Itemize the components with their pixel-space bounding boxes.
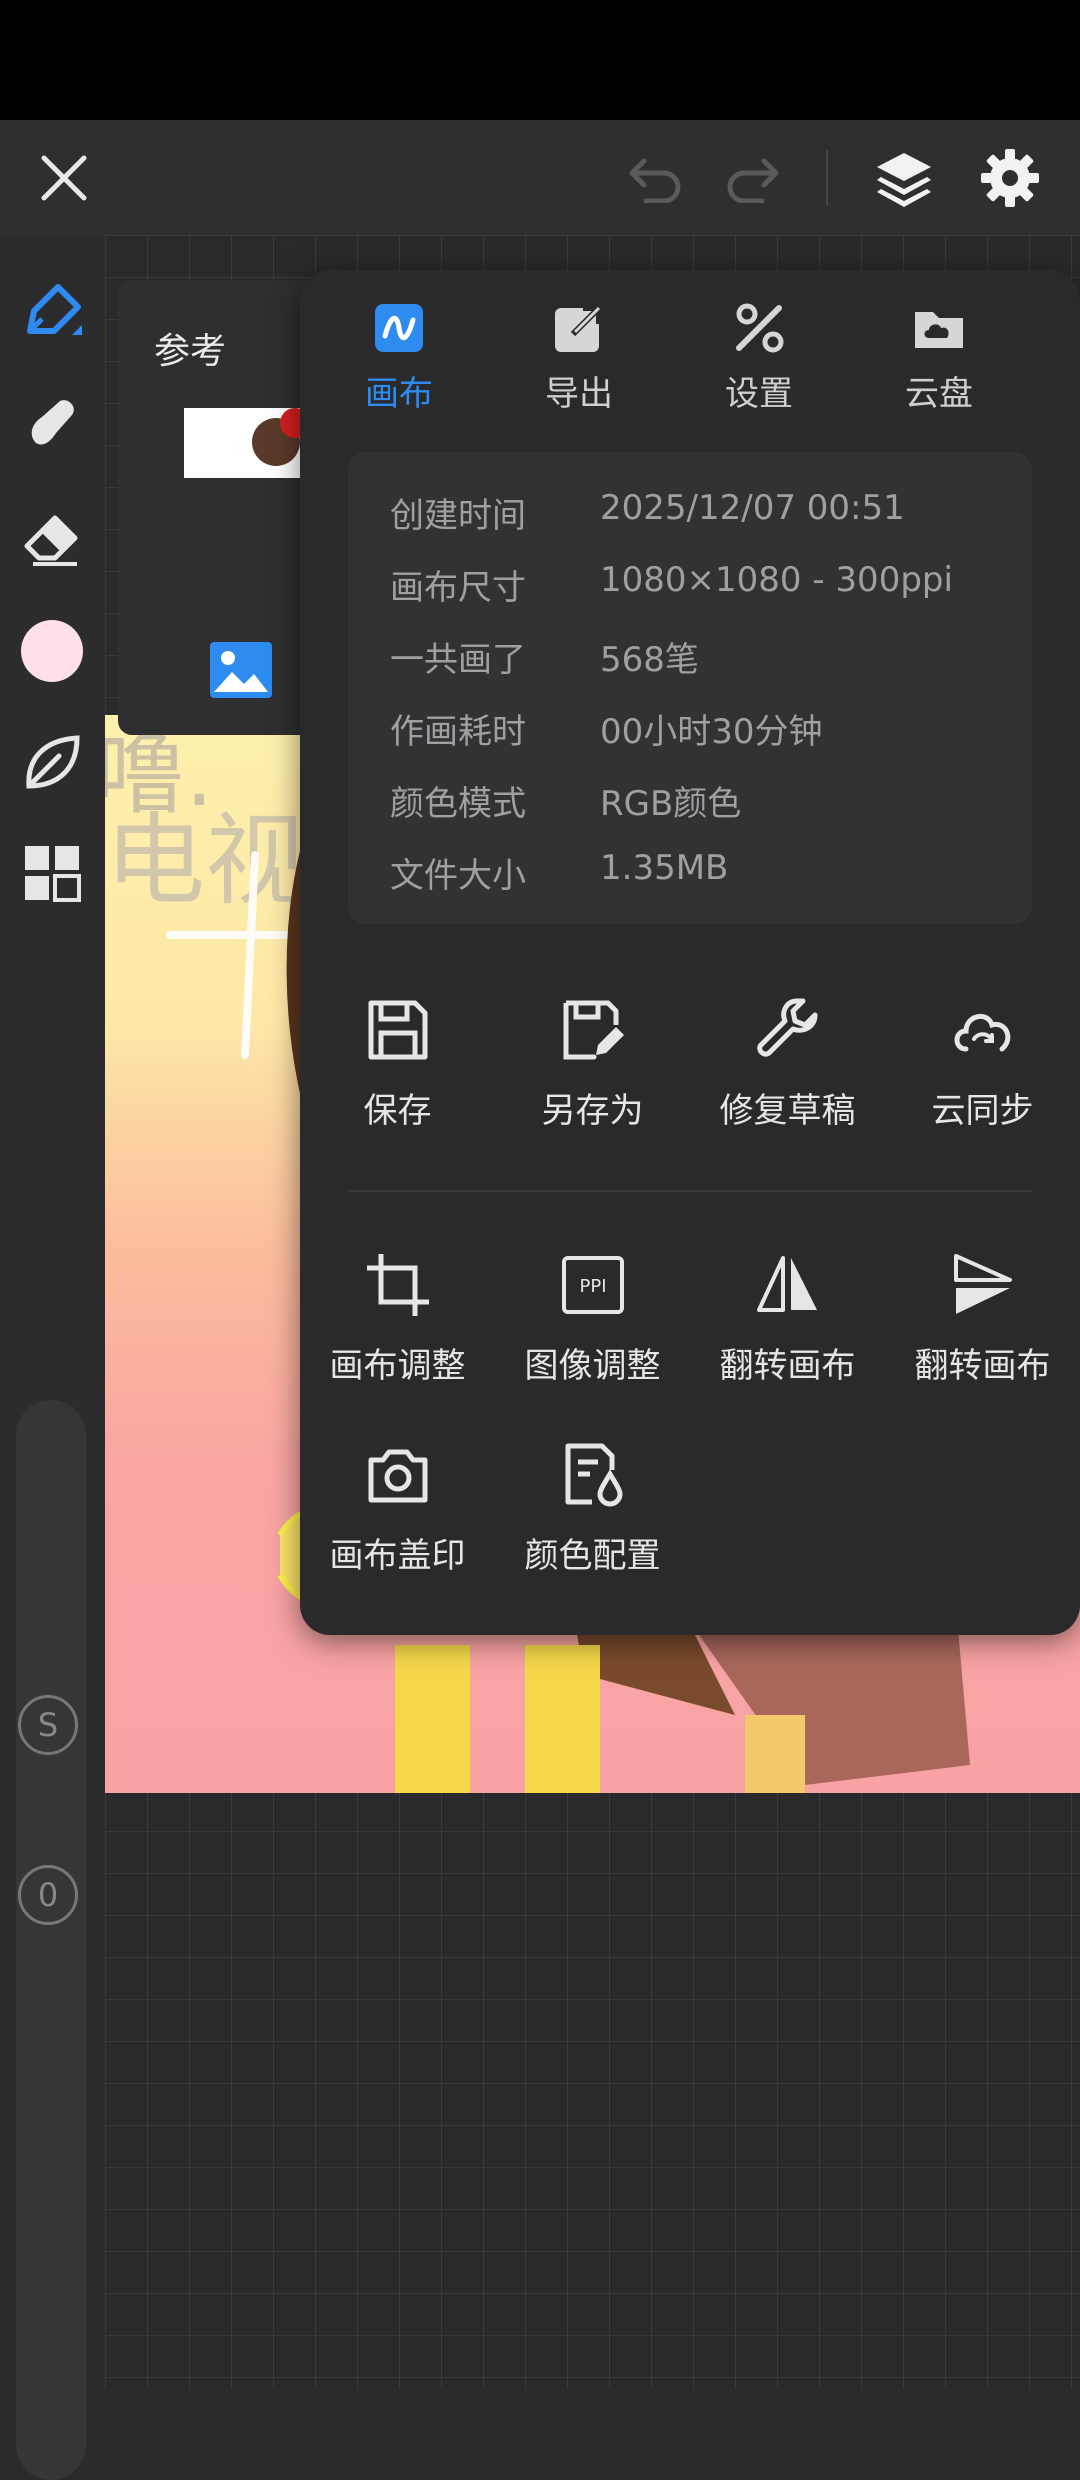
info-key: 颜色模式 xyxy=(390,784,526,824)
tab-export-label: 导出 xyxy=(545,374,613,414)
redo-button[interactable] xyxy=(714,140,790,216)
tools-icon xyxy=(736,303,784,353)
grid-tool[interactable] xyxy=(14,835,90,911)
brush-tool[interactable] xyxy=(14,275,90,351)
save-as-icon xyxy=(563,1000,624,1060)
top-bar xyxy=(0,120,1080,235)
ppi-text: PPI xyxy=(579,1276,606,1297)
ppi-icon: PPI xyxy=(561,1256,624,1314)
reference-thumbnail[interactable] xyxy=(184,408,318,478)
flip-vertical-icon xyxy=(953,1254,1012,1314)
gear-icon xyxy=(981,149,1039,207)
undo-button[interactable] xyxy=(618,140,694,216)
close-button[interactable] xyxy=(26,140,102,216)
settings-button[interactable] xyxy=(972,140,1048,216)
info-value: RGB颜色 xyxy=(600,784,742,824)
tab-canvas-label: 画布 xyxy=(365,374,433,414)
layers-icon xyxy=(877,153,931,207)
canvas-stamp-button[interactable]: 画布盖印 xyxy=(300,1440,495,1590)
info-key: 创建时间 xyxy=(390,496,526,536)
image-icon[interactable] xyxy=(208,640,274,704)
canvas-adjust-label: 画布调整 xyxy=(329,1346,466,1386)
info-value: 2025/12/07 00:51 xyxy=(600,488,905,528)
save-as-label: 另存为 xyxy=(541,1091,644,1131)
grid-icon xyxy=(25,846,81,902)
image-adjust-button[interactable]: PPI 图像调整 xyxy=(495,1250,690,1400)
image-adjust-label: 图像调整 xyxy=(524,1346,661,1386)
info-value: 1080×1080 - 300ppi xyxy=(600,560,953,600)
layers-button[interactable] xyxy=(866,140,942,216)
flip-horizontal-label: 翻转画布 xyxy=(719,1346,856,1386)
undo-icon xyxy=(629,158,681,203)
tab-export[interactable]: 导出 xyxy=(499,300,659,414)
reference-panel[interactable]: 参考 xyxy=(118,280,318,735)
leaf-tool[interactable] xyxy=(14,725,90,801)
canvas-adjust-button[interactable]: 画布调整 xyxy=(300,1250,495,1400)
tab-cloud-drive[interactable]: 云盘 xyxy=(859,300,1019,414)
left-toolbar: S 0 xyxy=(0,235,105,2480)
flip-vertical-label: 翻转画布 xyxy=(914,1346,1051,1386)
flip-horizontal-button[interactable]: 翻转画布 xyxy=(690,1250,885,1400)
tab-cloud-drive-label: 云盘 xyxy=(905,374,973,414)
cloud-drive-icon xyxy=(915,312,963,348)
color-profile-icon xyxy=(565,1443,623,1507)
repair-draft-label: 修复草稿 xyxy=(719,1091,856,1131)
color-picker[interactable] xyxy=(14,613,90,689)
smudge-tool[interactable] xyxy=(14,387,90,463)
toolbar-divider xyxy=(826,150,828,206)
info-key: 文件大小 xyxy=(390,856,526,896)
canvas-icon xyxy=(375,304,423,352)
wrench-icon xyxy=(756,998,817,1057)
eraser-icon xyxy=(24,515,78,566)
color-profile-button[interactable]: 颜色配置 xyxy=(495,1440,690,1590)
color-profile-label: 颜色配置 xyxy=(524,1536,661,1576)
cloud-sync-icon xyxy=(954,1014,1010,1052)
svg-text:电视: 电视 xyxy=(105,802,305,919)
pen-icon xyxy=(27,284,82,335)
redo-icon xyxy=(727,158,779,203)
smudge-icon xyxy=(31,400,74,445)
save-button[interactable]: 保存 xyxy=(300,995,495,1145)
save-label: 保存 xyxy=(363,1091,432,1131)
info-key: 一共画了 xyxy=(390,640,526,680)
cloud-sync-label: 云同步 xyxy=(931,1091,1034,1131)
settings-menu: 画布 导出 设置 云盘 创建时间 2025/12/07 00:51 画布尺寸 1… xyxy=(300,270,1080,1635)
opacity-label: 0 xyxy=(18,1865,78,1925)
info-value: 1.35MB xyxy=(600,848,729,888)
canvas-info-card: 创建时间 2025/12/07 00:51 画布尺寸 1080×1080 - 3… xyxy=(348,452,1032,924)
info-value: 00小时30分钟 xyxy=(600,712,823,752)
eraser-tool[interactable] xyxy=(14,499,90,575)
menu-divider xyxy=(348,1190,1032,1192)
close-icon xyxy=(41,155,87,201)
save-icon xyxy=(368,1000,427,1060)
tab-tools-label: 设置 xyxy=(725,374,793,414)
flip-horizontal-icon xyxy=(756,1256,817,1312)
menu-caret xyxy=(986,240,1026,272)
current-color-swatch xyxy=(21,620,83,682)
export-icon xyxy=(555,305,602,352)
info-key: 作画耗时 xyxy=(390,712,526,752)
leaf-icon xyxy=(26,735,80,789)
flip-vertical-button[interactable]: 翻转画布 xyxy=(885,1250,1080,1400)
camera-icon xyxy=(368,1449,427,1503)
tab-tools[interactable]: 设置 xyxy=(679,300,839,414)
tab-canvas[interactable]: 画布 xyxy=(319,300,479,414)
brush-size-label: S xyxy=(18,1695,78,1755)
save-as-button[interactable]: 另存为 xyxy=(495,995,690,1145)
info-value: 568笔 xyxy=(600,640,699,680)
cloud-sync-button[interactable]: 云同步 xyxy=(885,995,1080,1145)
crop-icon xyxy=(366,1254,429,1316)
canvas-stamp-label: 画布盖印 xyxy=(329,1536,466,1576)
status-bar xyxy=(0,0,1080,120)
reference-title: 参考 xyxy=(154,331,227,372)
repair-draft-button[interactable]: 修复草稿 xyxy=(690,995,885,1145)
info-key: 画布尺寸 xyxy=(390,568,526,608)
